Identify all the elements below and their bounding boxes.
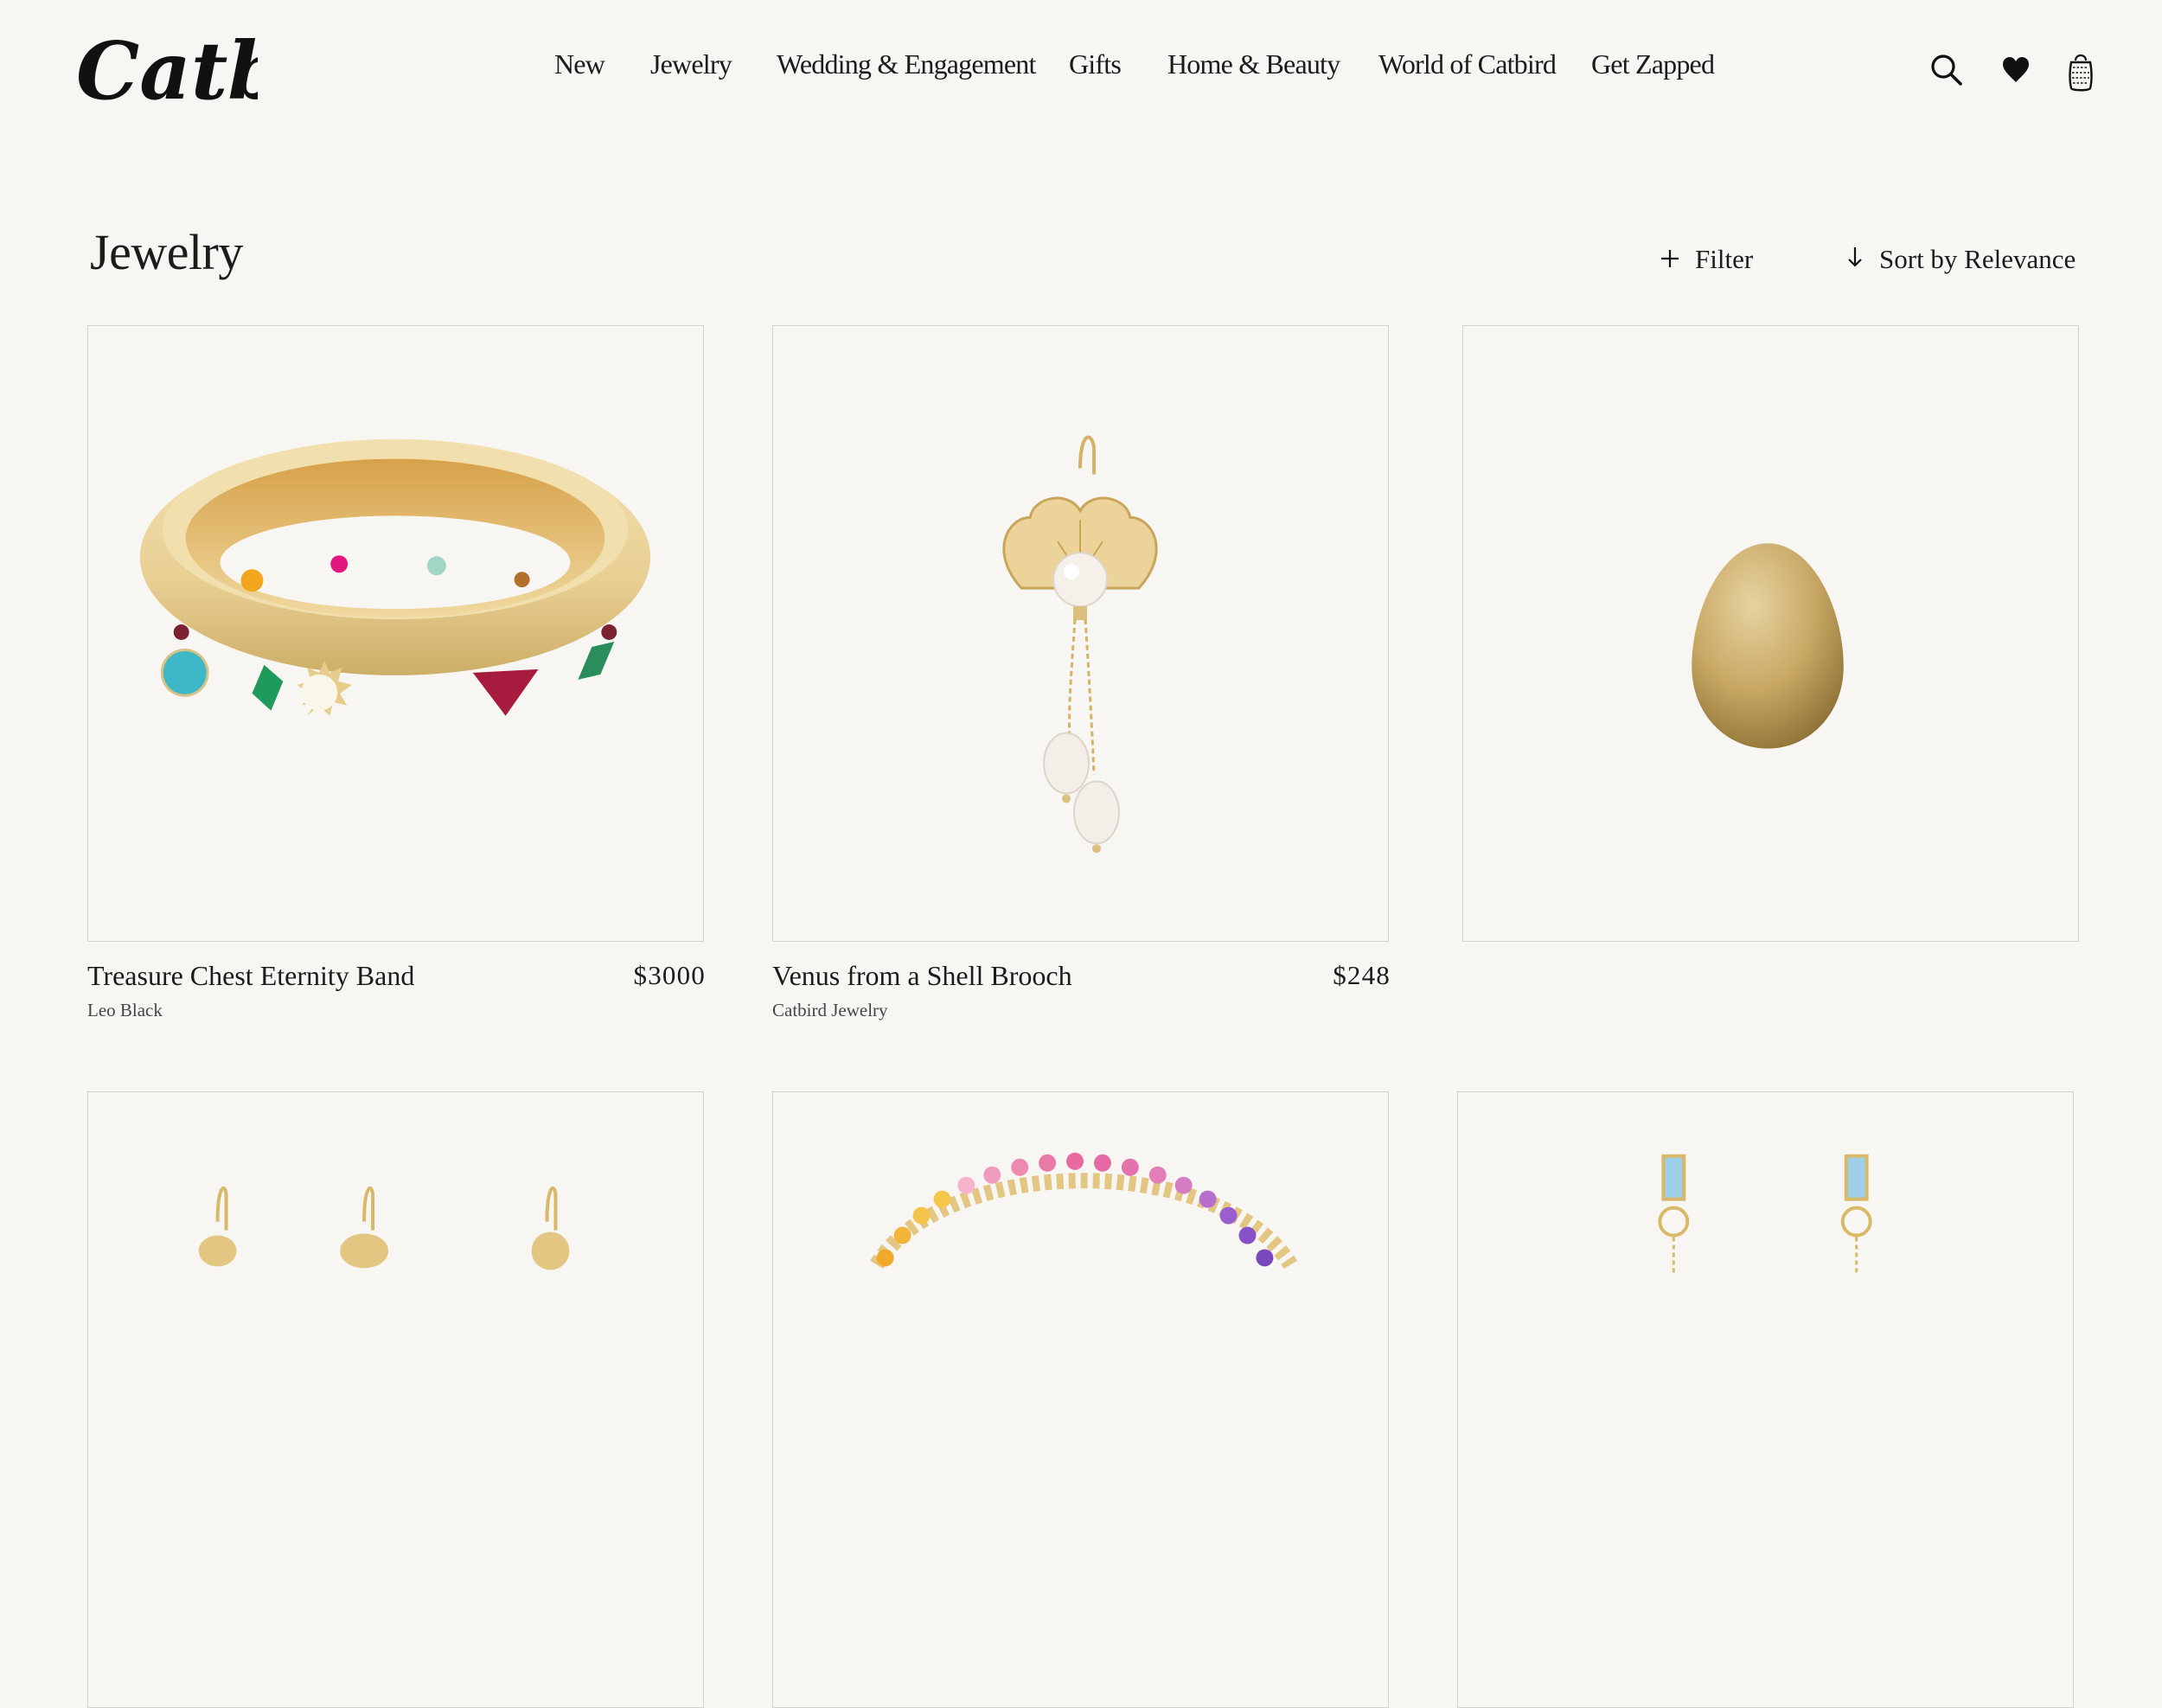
gemstone-necklace-image (870, 1152, 1297, 1270)
ring-image (139, 438, 651, 716)
product-brand[interactable]: Catbird Jewelry (772, 1000, 888, 1021)
heart-icon[interactable] (2001, 55, 2031, 89)
nav-item-home-beauty[interactable]: Home & Beauty (1167, 48, 1340, 80)
nav-item-new[interactable]: New (554, 48, 605, 80)
product-image[interactable] (772, 1091, 1389, 1708)
nav-item-world-of-catbird[interactable]: World of Catbird (1378, 48, 1557, 80)
page-title: Jewelry (90, 224, 243, 280)
product-image[interactable] (87, 1091, 704, 1708)
sort-button[interactable]: Sort by Relevance (1846, 244, 2076, 275)
sort-label: Sort by Relevance (1879, 244, 2076, 274)
charm-earrings-image (198, 1187, 570, 1270)
blue-drop-earrings-image (1658, 1154, 1872, 1274)
product-image[interactable] (1462, 325, 2079, 942)
nav-item-wedding-engagement[interactable]: Wedding & Engagement (777, 48, 1036, 80)
product-price: $3000 (633, 960, 706, 990)
main-nav: New Jewelry Wedding & Engagement Gifts H… (0, 48, 2162, 92)
product-image[interactable] (1457, 1091, 2074, 1708)
product-image[interactable] (87, 325, 704, 942)
nav-item-jewelry[interactable]: Jewelry (650, 48, 732, 80)
filter-label: Filter (1695, 244, 1754, 274)
product-image[interactable] (772, 325, 1389, 942)
plus-icon (1660, 244, 1679, 275)
product-brand[interactable]: Leo Black (87, 1000, 163, 1021)
site-header: Catbird New Jewelry Wedding & Engagement… (0, 0, 2162, 147)
search-icon[interactable] (1930, 54, 1963, 91)
gold-egg-image (1692, 543, 1844, 749)
filter-button[interactable]: Filter (1660, 244, 1753, 275)
product-price: $248 (1333, 960, 1391, 990)
nav-item-gifts[interactable]: Gifts (1069, 48, 1122, 80)
shell-brooch-image (1002, 435, 1158, 854)
arrow-down-icon (1846, 244, 1864, 275)
bag-icon[interactable] (2067, 50, 2095, 98)
nav-item-get-zapped[interactable]: Get Zapped (1591, 48, 1715, 80)
product-title[interactable]: Venus from a Shell Brooch (772, 960, 1072, 992)
product-title[interactable]: Treasure Chest Eternity Band (87, 960, 414, 992)
